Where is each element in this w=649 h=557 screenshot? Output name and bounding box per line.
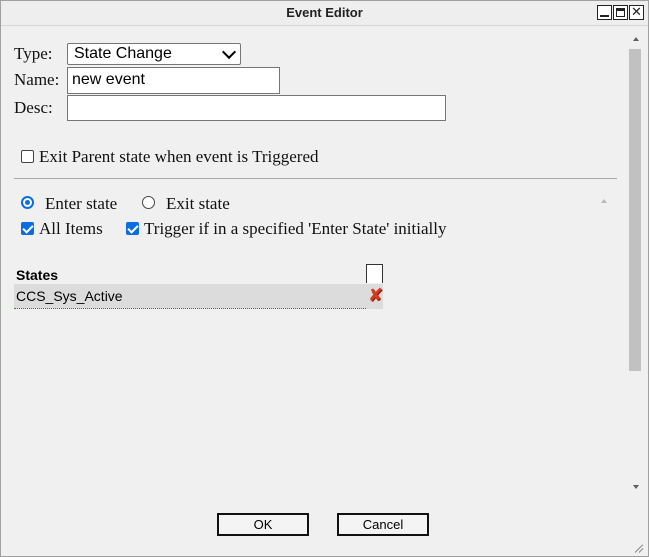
ok-button[interactable]: OK (217, 513, 309, 536)
cancel-button[interactable]: Cancel (337, 513, 429, 536)
scroll-thumb[interactable] (629, 49, 641, 371)
exit-state-radio[interactable] (142, 196, 155, 209)
options-scrollbar[interactable] (597, 194, 611, 494)
type-select-value: State Change (74, 45, 172, 62)
window-controls: ✕ (597, 5, 644, 20)
chevron-down-icon (221, 44, 237, 60)
scroll-down-icon[interactable] (633, 485, 639, 489)
type-label: Type: (14, 44, 53, 63)
exit-parent-label: Exit Parent state when event is Triggere… (39, 147, 319, 166)
window-title: Event Editor (286, 5, 363, 20)
main-scrollbar[interactable] (628, 26, 646, 496)
trigger-initially-label: Trigger if in a specified 'Enter State' … (144, 219, 447, 238)
type-select[interactable]: State Change (67, 43, 241, 65)
name-label: Name: (14, 70, 60, 89)
states-header-corner (366, 264, 383, 283)
table-row[interactable]: CCS_Sys_Active (14, 284, 366, 309)
enter-state-radio[interactable] (21, 196, 34, 209)
maximize-icon[interactable] (613, 5, 628, 20)
section-divider (14, 178, 617, 179)
delete-icon[interactable]: ✘ (368, 286, 383, 306)
event-editor-window: Event Editor ✕ Type: State Change Name: … (0, 0, 649, 557)
resize-grip-icon[interactable] (634, 543, 644, 553)
name-input[interactable]: new event (67, 67, 280, 94)
close-icon[interactable]: ✕ (629, 5, 644, 20)
trigger-initially-checkbox[interactable] (126, 222, 139, 235)
scroll-up-icon[interactable] (633, 37, 639, 41)
scroll-up-icon[interactable] (601, 199, 607, 203)
states-column-header: States (16, 267, 59, 283)
exit-parent-checkbox[interactable] (21, 150, 34, 163)
all-items-checkbox[interactable] (21, 222, 34, 235)
minimize-icon[interactable] (597, 5, 612, 20)
editor-content: Type: State Change Name: new event Desc:… (2, 26, 628, 494)
exit-state-label: Exit state (166, 194, 230, 213)
delete-cell: ✘ (366, 284, 383, 309)
title-bar[interactable]: Event Editor ✕ (1, 1, 648, 26)
desc-input[interactable] (67, 95, 446, 121)
all-items-label: All Items (39, 219, 103, 238)
enter-state-label: Enter state (45, 194, 118, 213)
desc-label: Desc: (14, 98, 53, 117)
